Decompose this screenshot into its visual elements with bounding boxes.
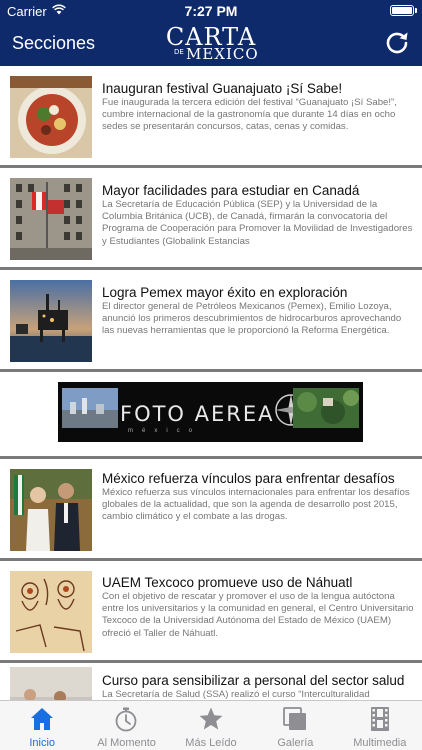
home-icon: [31, 708, 53, 730]
ad-title: FOTO AEREA: [120, 402, 275, 426]
article-item[interactable]: Inauguran festival Guanajuato ¡Sí Sabe! …: [0, 66, 422, 168]
tab-label: Galería: [277, 737, 314, 749]
battery-tip: [415, 8, 417, 13]
article-item[interactable]: Mayor facilidades para estudiar en Canad…: [0, 168, 422, 270]
tab-multimedia[interactable]: Multimedia: [338, 701, 422, 750]
sections-button[interactable]: Secciones: [12, 33, 95, 54]
stopwatch-icon: [115, 707, 137, 732]
article-item[interactable]: Curso para sensibilizar a personal del s…: [0, 663, 422, 700]
tab-mas-leido[interactable]: Más Leído: [169, 701, 253, 750]
oil-platform-image: [10, 280, 92, 362]
building-flag-image: [10, 178, 92, 260]
article-thumbnail: [10, 469, 92, 551]
ad-banner[interactable]: FOTO AEREA méxico: [58, 382, 363, 442]
article-title: Mayor facilidades para estudiar en Canad…: [102, 183, 360, 198]
refresh-icon[interactable]: [384, 30, 410, 56]
ad-banner-row[interactable]: FOTO AEREA méxico: [0, 372, 422, 459]
article-description: El director general de Petróleos Mexican…: [102, 301, 402, 337]
article-thumbnail: [10, 178, 92, 260]
status-time: 7:27 PM: [184, 3, 238, 19]
logo-mexico-text: MEXICO: [186, 45, 259, 63]
ad-city-photo: [62, 388, 118, 428]
tab-galeria[interactable]: Galería: [253, 701, 337, 750]
article-thumbnail: [10, 280, 92, 362]
film-icon: [370, 707, 389, 731]
article-title: Logra Pemex mayor éxito en exploración: [102, 285, 348, 300]
nav-header: Carrier 7:27 PM Secciones CARTA DE MEXIC…: [0, 0, 422, 66]
tab-bar: Inicio Al Momento Más Leído Galería Mult…: [0, 700, 422, 750]
ad-forest-photo: [293, 388, 359, 428]
article-description: Fue inaugurada la tercera edición del fe…: [102, 97, 397, 133]
article-list[interactable]: Inauguran festival Guanajuato ¡Sí Sabe! …: [0, 66, 422, 700]
article-description: La Secretaría de Educación Pública (SEP)…: [102, 199, 413, 247]
battery-icon: [390, 5, 414, 16]
tab-label: Multimedia: [353, 737, 407, 749]
tab-label: Al Momento: [97, 737, 156, 749]
article-title: Curso para sensibilizar a personal del s…: [102, 673, 405, 688]
article-item[interactable]: UAEM Texcoco promueve uso de Náhuatl Con…: [0, 561, 422, 663]
article-thumbnail: [10, 76, 92, 158]
food-plate-image: [10, 76, 92, 158]
article-title: UAEM Texcoco promueve uso de Náhuatl: [102, 575, 353, 590]
article-title: México refuerza vínculos para enfrentar …: [102, 471, 395, 486]
article-item[interactable]: Logra Pemex mayor éxito en exploración E…: [0, 270, 422, 372]
clinic-photo-image: [10, 667, 92, 700]
tab-inicio[interactable]: Inicio: [0, 701, 84, 750]
ad-subtitle: méxico: [128, 428, 202, 434]
gallery-icon: [283, 707, 307, 730]
tab-al-momento[interactable]: Al Momento: [84, 701, 168, 750]
star-icon: [199, 707, 223, 730]
status-bar: Carrier 7:27 PM: [0, 0, 422, 22]
article-thumbnail: [10, 667, 92, 700]
officials-photo-image: [10, 469, 92, 551]
article-description: Con el objetivo de rescatar y promover e…: [102, 591, 414, 639]
logo-de-text: DE: [174, 48, 184, 56]
codex-illustration-image: [10, 571, 92, 653]
tab-label: Inicio: [29, 737, 56, 749]
article-title: Inauguran festival Guanajuato ¡Sí Sabe!: [102, 81, 343, 96]
tab-label: Más Leído: [185, 737, 237, 749]
article-description: México refuerza sus vínculos internacion…: [102, 487, 410, 523]
article-item[interactable]: México refuerza vínculos para enfrentar …: [0, 459, 422, 561]
app-logo: CARTA DE MEXICO: [156, 25, 266, 63]
article-description: La Secretaría de Salud (SSA) realizó el …: [102, 689, 370, 700]
article-thumbnail: [10, 571, 92, 653]
